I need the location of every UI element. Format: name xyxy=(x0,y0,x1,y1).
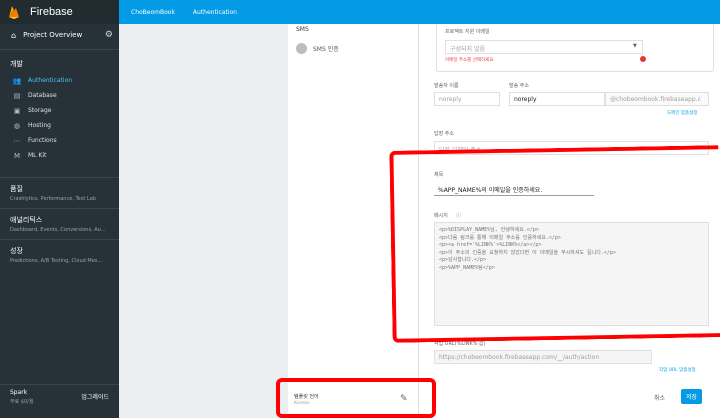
upgrade-button[interactable]: 업그레이드 xyxy=(81,392,109,401)
brand-name: Firebase xyxy=(30,6,73,18)
storage-icon: ▣ xyxy=(13,106,21,115)
mlkit-icon: M xyxy=(13,151,21,160)
top-bar: ChoBeomBook Authentication xyxy=(119,0,720,24)
sidebar-item-mlkit[interactable]: M ML Kit xyxy=(0,148,119,163)
sidebar-item-label: Functions xyxy=(28,137,57,144)
custom-domain-link[interactable]: 도메인 맞춤설정 xyxy=(667,110,697,116)
gear-icon[interactable]: ⚙ xyxy=(105,30,113,40)
sms-section-title: SMS xyxy=(296,26,309,33)
breadcrumb-project[interactable]: ChoBeomBook xyxy=(119,9,175,16)
template-item-sms[interactable]: SMS 인증 xyxy=(288,35,418,62)
sender-name-label: 발송자 이름 xyxy=(434,83,459,89)
sidebar-item-hosting[interactable]: ◍ Hosting xyxy=(0,118,119,133)
sidebar-item-authentication[interactable]: 👥 Authentication xyxy=(0,73,119,88)
sidebar-item-label: Authentication xyxy=(28,77,73,84)
sender-name-input[interactable]: noreply xyxy=(434,92,500,106)
phone-icon xyxy=(296,43,307,54)
sidebar: Firebase ⌂ Project Overview ⚙ 개발 👥 Authe… xyxy=(0,0,119,418)
functions-icon: ⋯ xyxy=(13,136,21,145)
breadcrumb-page: Authentication xyxy=(192,8,237,16)
group-title: 애널리틱스 xyxy=(10,216,43,224)
annotation-box xyxy=(276,378,436,418)
annotation-box xyxy=(389,145,720,343)
sidebar-item-label: Storage xyxy=(28,107,52,114)
firebase-logo-icon[interactable] xyxy=(7,5,21,19)
sidebar-item-label: Database xyxy=(28,92,57,99)
group-subtitle: Dashboard, Events, Conversions, Au... xyxy=(10,227,106,233)
template-item-label: SMS 인증 xyxy=(313,46,339,53)
globe-icon: ◍ xyxy=(13,121,21,130)
group-subtitle: Crashlytics, Performance, Test Lab xyxy=(10,196,96,202)
project-overview-link[interactable]: ⌂ Project Overview ⚙ xyxy=(0,24,119,46)
sidebar-item-label: ML Kit xyxy=(28,152,47,159)
sidebar-group-analytics[interactable]: 애널리틱스 Dashboard, Events, Conversions, Au… xyxy=(0,208,119,239)
develop-section-title: 개발 xyxy=(10,60,23,68)
support-email-label: 프로젝트 지원 이메일 xyxy=(445,29,490,35)
support-email-error: 이메일 주소를 선택하세요. xyxy=(445,58,495,63)
group-title: 성장 xyxy=(10,247,23,255)
customize-action-url-link[interactable]: 작업 URL 맞춤설정 xyxy=(659,367,696,373)
sidebar-item-database[interactable]: ▤ Database xyxy=(0,88,119,103)
sidebar-group-quality[interactable]: 품질 Crashlytics, Performance, Test Lab xyxy=(0,177,119,208)
error-icon xyxy=(640,56,646,62)
from-address-input[interactable]: noreply xyxy=(509,92,605,106)
group-subtitle: Predictions, A/B Testing, Cloud Mes... xyxy=(10,258,103,264)
plan-info: Spark 무료 $0/월 업그레이드 xyxy=(0,384,119,418)
database-icon: ▤ xyxy=(13,91,21,100)
sidebar-item-label: Hosting xyxy=(28,122,51,129)
cancel-button[interactable]: 취소 xyxy=(654,393,665,402)
chevron-down-icon: ▼ xyxy=(633,43,637,49)
support-email-select[interactable]: 구성되지 않음 xyxy=(445,40,643,54)
home-icon: ⌂ xyxy=(11,30,17,40)
project-overview-label: Project Overview xyxy=(23,31,83,39)
page-background xyxy=(119,24,288,418)
sidebar-header: Firebase xyxy=(0,0,119,24)
sidebar-item-storage[interactable]: ▣ Storage xyxy=(0,103,119,118)
action-url-input: https://chobeombook.firebaseapp.com/__/a… xyxy=(434,350,652,364)
sidebar-item-functions[interactable]: ⋯ Functions xyxy=(0,133,119,148)
people-icon: 👥 xyxy=(12,76,22,85)
save-button[interactable]: 저장 xyxy=(681,389,703,404)
from-domain: @chobeombook.firebaseapp.c xyxy=(605,92,709,106)
group-title: 품질 xyxy=(10,185,23,193)
reply-to-label: 답장 주소 xyxy=(434,131,454,137)
from-address-label: 발송 주소 xyxy=(509,83,529,89)
sidebar-group-grow[interactable]: 성장 Predictions, A/B Testing, Cloud Mes..… xyxy=(0,239,119,270)
